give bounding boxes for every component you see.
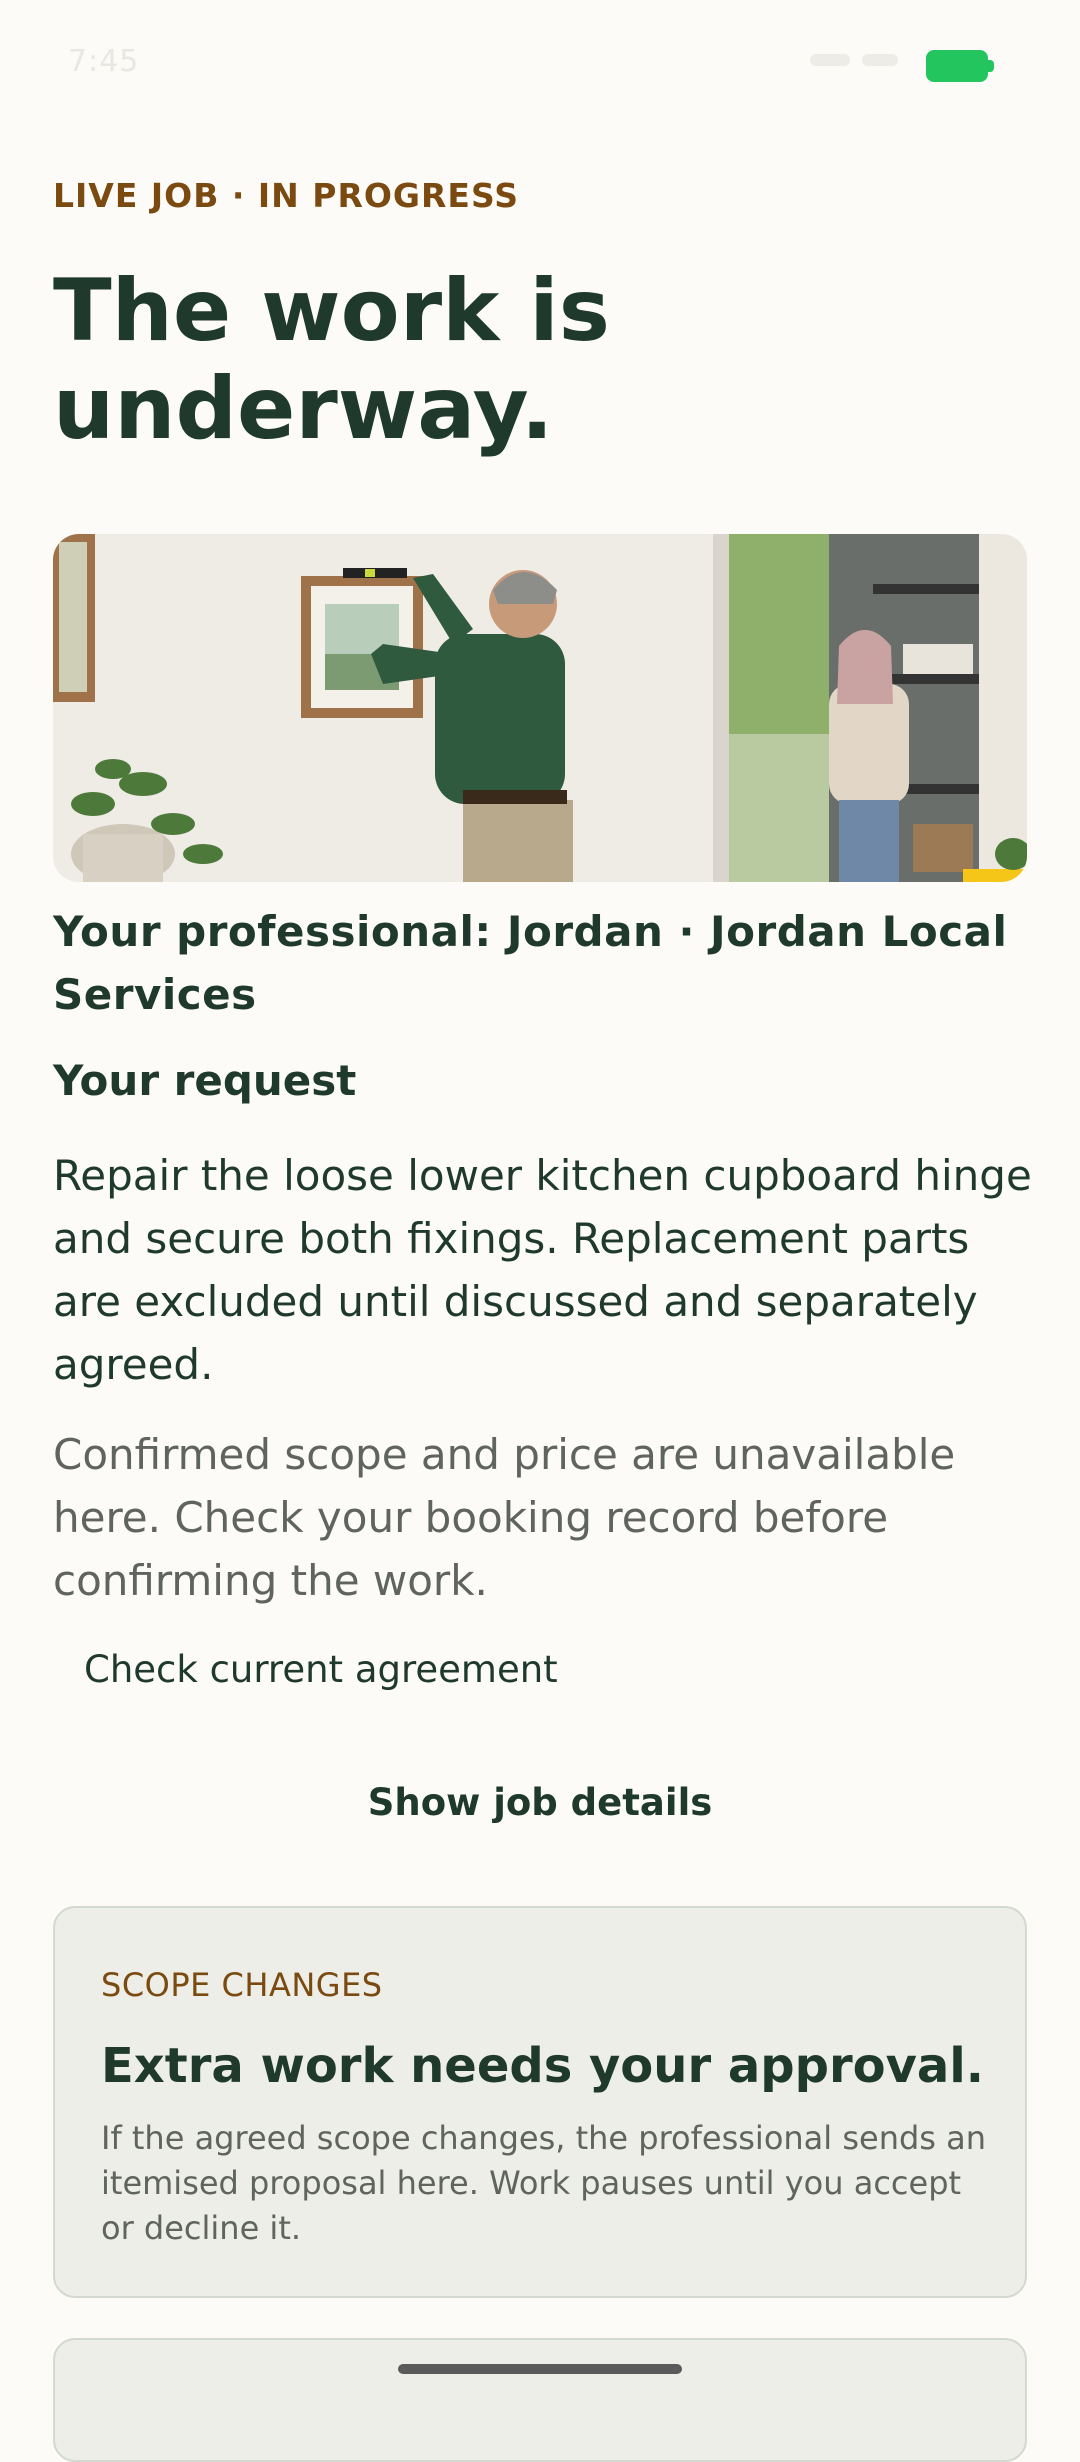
hero-image xyxy=(53,534,1027,882)
battery-icon xyxy=(926,50,994,82)
professional-name: Your professional: Jordan · Jordan Local… xyxy=(53,907,1008,1019)
job-status-eyebrow: LIVE JOB · IN PROGRESS xyxy=(53,176,520,215)
show-job-details-button[interactable]: Show job details xyxy=(53,1770,1027,1834)
status-time: 7:45 xyxy=(68,44,140,79)
card-eyebrow: SCOPE CHANGES xyxy=(101,1966,383,2004)
status-bar: 7:45 xyxy=(0,0,1080,130)
request-heading: Your request xyxy=(53,1056,357,1105)
signal-wifi-icon xyxy=(810,54,898,66)
check-agreement-link[interactable]: Check current agreement xyxy=(84,1648,558,1691)
request-description: Repair the loose lower kitchen cupboard … xyxy=(53,1151,1032,1389)
card-body: If the agreed scope changes, the profess… xyxy=(101,2119,987,2247)
scope-note: Confirmed scope and price are unavailabl… xyxy=(53,1430,956,1605)
scope-changes-card: SCOPE CHANGES Extra work needs your appr… xyxy=(53,1906,1027,2298)
next-card xyxy=(53,2338,1027,2462)
page-title: The work is underway. xyxy=(53,261,610,459)
card-title: Extra work needs your approval. xyxy=(101,2038,984,2094)
home-indicator[interactable] xyxy=(398,2364,682,2374)
